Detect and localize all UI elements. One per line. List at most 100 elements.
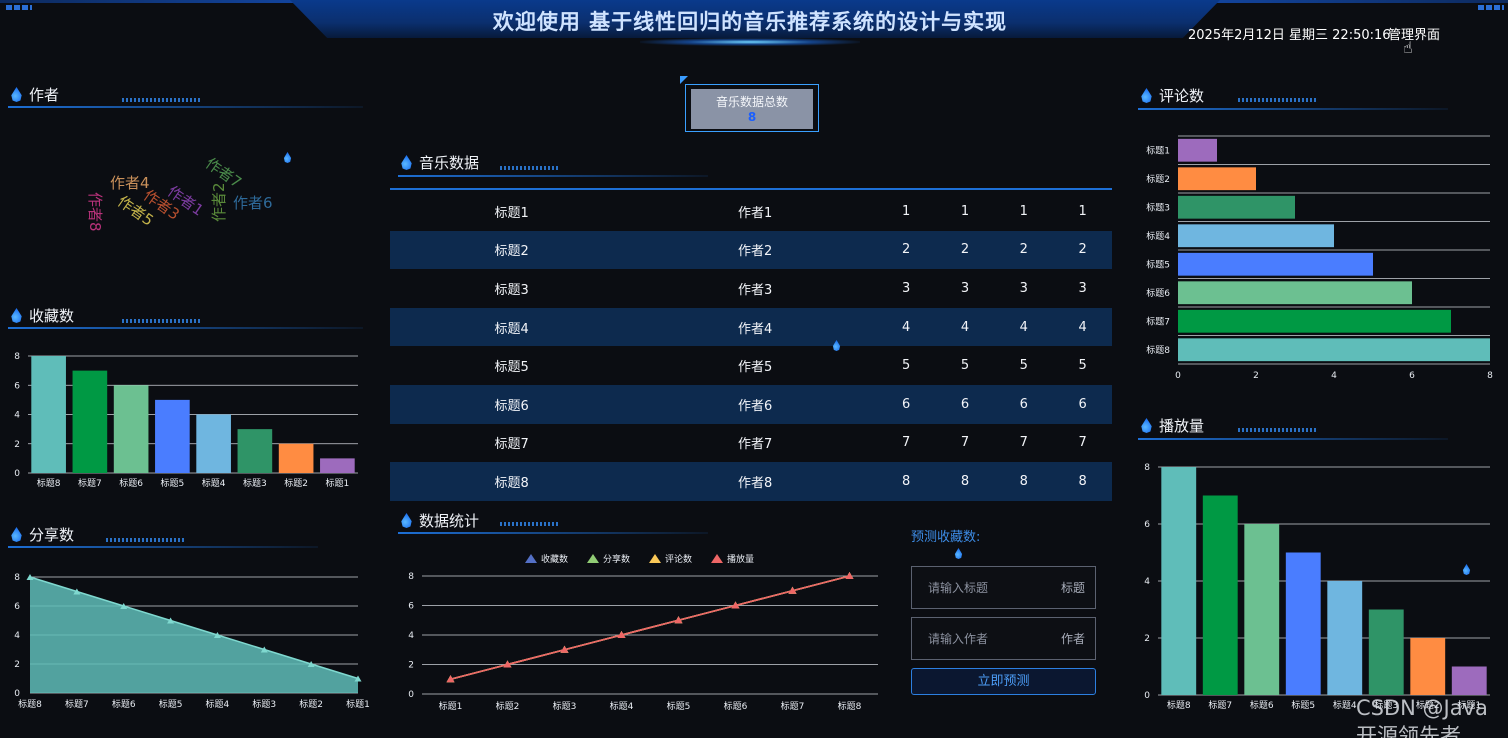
y-tick-label: 2 xyxy=(14,440,20,450)
section-underline xyxy=(398,532,708,534)
table-cell: 标题6 xyxy=(390,384,634,424)
table-cell: 8 xyxy=(876,462,936,501)
section-favorites: 收藏数 xyxy=(10,305,74,326)
y-tick-label: 6 xyxy=(408,602,414,612)
header-glow xyxy=(640,38,860,46)
wordcloud-word: 作者2 xyxy=(210,182,228,222)
table-row: 标题8 作者8 8 8 8 8 xyxy=(390,462,1112,501)
x-tick-label: 标题8 xyxy=(37,477,61,489)
x-tick-label: 4 xyxy=(1331,371,1337,381)
water-drop-icon xyxy=(1141,88,1152,103)
table-cell: 1 xyxy=(902,203,911,219)
table-cell: 5 xyxy=(902,358,911,374)
x-tick-label: 标题7 xyxy=(78,477,102,489)
table-cell: 6 xyxy=(876,384,936,424)
y-tick-label: 6 xyxy=(14,381,20,391)
table-cell: 6 xyxy=(1053,384,1112,424)
table-cell: 作者1 xyxy=(737,205,773,221)
table-cell: 标题5 xyxy=(494,360,529,376)
bar xyxy=(1178,224,1334,248)
admin-link[interactable]: 管理界面 xyxy=(1388,24,1440,43)
table-cell: 7 xyxy=(1078,435,1087,451)
header-right-marks xyxy=(1478,5,1504,10)
predict-label: 预测收藏数: xyxy=(911,530,981,545)
table-cell: 4 xyxy=(1053,307,1112,347)
bar xyxy=(1202,495,1238,695)
x-tick-label: 6 xyxy=(1409,371,1415,381)
table-cell: 6 xyxy=(935,384,995,424)
section-underline xyxy=(8,327,363,329)
x-tick-label: 标题5 xyxy=(667,700,691,712)
legend-marker xyxy=(525,554,537,563)
table-cell: 6 xyxy=(994,384,1054,424)
table-cell: 2 xyxy=(935,230,995,270)
section-shares: 分享数 xyxy=(10,524,74,545)
section-hatch xyxy=(122,319,202,323)
table-cell: 标题7 xyxy=(494,437,529,453)
section-underline xyxy=(1138,108,1448,110)
section-underline xyxy=(8,106,363,108)
predict-button[interactable]: 立即预测 xyxy=(911,668,1096,695)
x-tick-label: 标题5 xyxy=(161,477,185,489)
wordcloud-word: 作者6 xyxy=(233,194,273,212)
x-tick-label: 标题3 xyxy=(252,698,276,710)
section-author-title: 作者 xyxy=(29,86,60,104)
section-stats-title: 数据统计 xyxy=(419,512,480,530)
section-favorites-title: 收藏数 xyxy=(29,307,75,325)
y-tick-label: 6 xyxy=(14,602,20,612)
bar xyxy=(1327,581,1363,695)
table-row: 标题6 作者6 6 6 6 6 xyxy=(390,384,1112,424)
table-cell: 8 xyxy=(994,462,1054,501)
water-drop-icon xyxy=(11,87,22,102)
bar xyxy=(1285,552,1321,695)
water-drop-icon xyxy=(401,155,412,170)
table-cell: 作者5 xyxy=(737,360,773,376)
bar xyxy=(1178,338,1490,362)
section-hatch xyxy=(500,522,560,526)
section-plays-title: 播放量 xyxy=(1159,417,1205,435)
table-cell: 作者8 xyxy=(633,462,877,501)
data-point xyxy=(845,572,854,579)
legend-marker xyxy=(649,554,661,563)
predict-author-input[interactable]: 请输入作者 作者 xyxy=(911,617,1096,660)
y-tick-label: 2 xyxy=(14,660,20,670)
table-row: 标题4 作者4 4 4 4 4 xyxy=(390,307,1112,347)
series-line xyxy=(450,575,850,681)
bar xyxy=(1368,609,1404,695)
legend-label: 分享数 xyxy=(603,553,630,565)
x-tick-label: 标题4 xyxy=(202,477,226,489)
section-hatch xyxy=(122,98,202,102)
section-music-data-title: 音乐数据 xyxy=(419,154,480,172)
section-underline xyxy=(1138,438,1448,440)
x-tick-label: 标题4 xyxy=(610,700,634,712)
x-tick-label: 标题7 xyxy=(781,700,805,712)
section-shares-title: 分享数 xyxy=(29,526,75,544)
predict-title-input[interactable]: 请输入标题 标题 xyxy=(911,566,1096,609)
bar xyxy=(113,385,149,473)
x-tick-label: 标题1 xyxy=(439,700,463,712)
y-tick-label: 标题7 xyxy=(1146,315,1170,327)
water-drop-icon xyxy=(283,152,292,163)
bar xyxy=(1161,467,1197,695)
music-total-inner: 音乐数据总数 8 xyxy=(691,89,813,129)
y-tick-label: 0 xyxy=(1144,691,1150,701)
wordcloud-word: 作者8 xyxy=(86,192,104,232)
table-cell: 1 xyxy=(1078,203,1087,219)
x-tick-label: 标题1 xyxy=(346,698,370,710)
table-cell: 标题1 xyxy=(494,205,529,221)
comments-hbar-chart: 0 2 4 6 8 标题1 标题2 标题3 标题4 标题5 标题6 标题7 标题8 xyxy=(1146,135,1493,381)
x-tick-label: 标题7 xyxy=(1208,699,1232,711)
section-hatch xyxy=(106,538,186,542)
x-tick-label: 标题8 xyxy=(18,698,42,710)
table-cell: 5 xyxy=(960,358,970,374)
table-cell: 作者6 xyxy=(633,384,877,424)
bar xyxy=(1178,281,1412,305)
x-tick-label: 标题4 xyxy=(1333,699,1357,711)
y-tick-label: 8 xyxy=(14,352,20,362)
y-tick-label: 0 xyxy=(14,469,20,479)
table-cell: 3 xyxy=(1019,280,1028,296)
table-cell: 标题8 xyxy=(390,462,634,501)
bar xyxy=(1178,138,1217,162)
section-plays: 播放量 xyxy=(1140,415,1204,436)
x-tick-label: 标题1 xyxy=(326,477,350,489)
